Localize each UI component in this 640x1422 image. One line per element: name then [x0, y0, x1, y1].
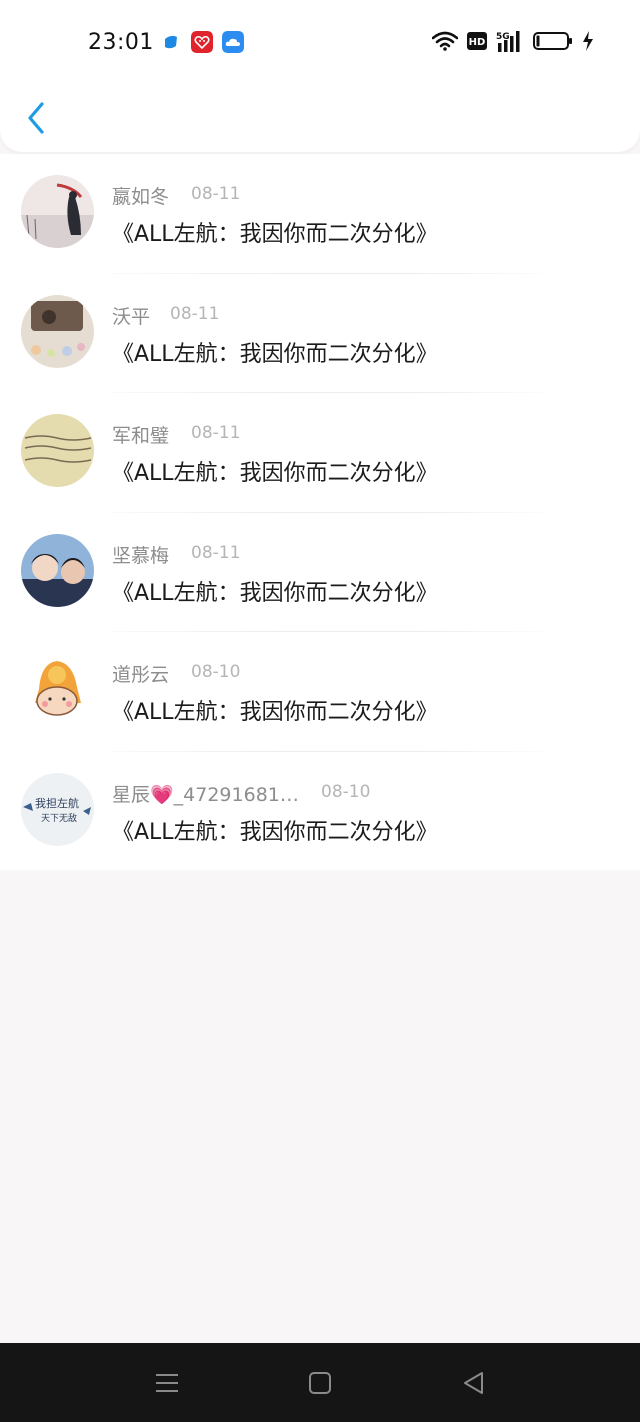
comment-username[interactable]: 嬴如冬	[112, 182, 169, 209]
svg-text:我担左航: 我担左航	[35, 796, 79, 810]
comment-date: 08-10	[191, 662, 241, 682]
comment-date: 08-11	[191, 542, 241, 563]
status-time: 23:01	[88, 30, 154, 55]
svg-text:HD: HD	[469, 37, 486, 48]
comment-text: 《ALL左航：我因你而二次分化》	[112, 819, 438, 845]
avatar[interactable]	[21, 653, 94, 726]
list-item[interactable]: 道彤云 08-10 《ALL左航：我因你而二次分化》	[0, 632, 640, 752]
comment-username[interactable]: 道彤云	[112, 660, 169, 687]
comment-username[interactable]: 军和璧	[112, 421, 169, 448]
hd-icon: HD	[467, 32, 487, 50]
comment-text: 《ALL左航：我因你而二次分化》	[112, 341, 438, 367]
system-back-button[interactable]	[458, 1368, 488, 1398]
comment-username[interactable]: 沃平	[112, 302, 150, 329]
system-nav-bar	[0, 1343, 640, 1422]
list-item[interactable]: 我担左航 天下无敌 星辰💗_47291681… 08-10 《ALL左航：我因你…	[0, 752, 640, 872]
status-bar: 23:01 HD 5G	[0, 0, 640, 84]
avatar[interactable]	[21, 414, 94, 487]
list-item[interactable]: 嬴如冬 08-11 《ALL左航：我因你而二次分化》	[0, 154, 640, 274]
top-nav-header	[0, 84, 640, 152]
list-item[interactable]: 军和璧 08-11 《ALL左航：我因你而二次分化》	[0, 393, 640, 513]
battery-icon	[533, 32, 572, 50]
avatar[interactable]	[21, 294, 94, 368]
comment-list: 嬴如冬 08-11 《ALL左航：我因你而二次分化》 沃平 08-11 《ALL…	[0, 154, 640, 870]
heart-app-icon	[191, 31, 213, 53]
system-status-icons: HD 5G	[432, 30, 594, 52]
notification-app-icons	[160, 31, 244, 53]
back-triangle-icon	[464, 1372, 483, 1394]
comment-text: 《ALL左航：我因你而二次分化》	[112, 222, 438, 247]
svg-text:5G: 5G	[496, 32, 510, 42]
comment-date: 08-11	[170, 303, 220, 324]
back-button[interactable]	[18, 98, 54, 138]
menu-button[interactable]	[152, 1368, 182, 1398]
comment-username[interactable]: 坚慕梅	[112, 541, 169, 568]
wifi-icon	[432, 31, 458, 51]
comment-text: 《ALL左航：我因你而二次分化》	[112, 700, 438, 725]
comment-text: 《ALL左航：我因你而二次分化》	[112, 580, 438, 606]
chevron-left-icon	[28, 102, 44, 134]
comment-text: 《ALL左航：我因你而二次分化》	[112, 461, 438, 486]
charging-icon	[583, 31, 593, 51]
5g-signal-icon: 5G	[496, 31, 520, 52]
menu-icon	[156, 1374, 178, 1392]
list-item[interactable]: 坚慕梅 08-11 《ALL左航：我因你而二次分化》	[0, 513, 640, 632]
avatar[interactable]: 我担左航 天下无敌	[21, 772, 94, 846]
comment-date: 08-10	[321, 781, 371, 802]
avatar[interactable]	[21, 175, 94, 248]
comment-date: 08-11	[191, 423, 241, 443]
chat-app-icon	[160, 31, 182, 53]
home-button[interactable]	[305, 1368, 335, 1398]
svg-text:天下无敌: 天下无敌	[41, 812, 77, 824]
avatar[interactable]	[21, 533, 94, 607]
comment-date: 08-11	[191, 184, 241, 204]
home-icon	[309, 1372, 331, 1394]
comment-username[interactable]: 星辰💗_47291681…	[112, 780, 299, 807]
weather-app-icon	[222, 31, 244, 53]
list-item[interactable]: 沃平 08-11 《ALL左航：我因你而二次分化》	[0, 274, 640, 393]
